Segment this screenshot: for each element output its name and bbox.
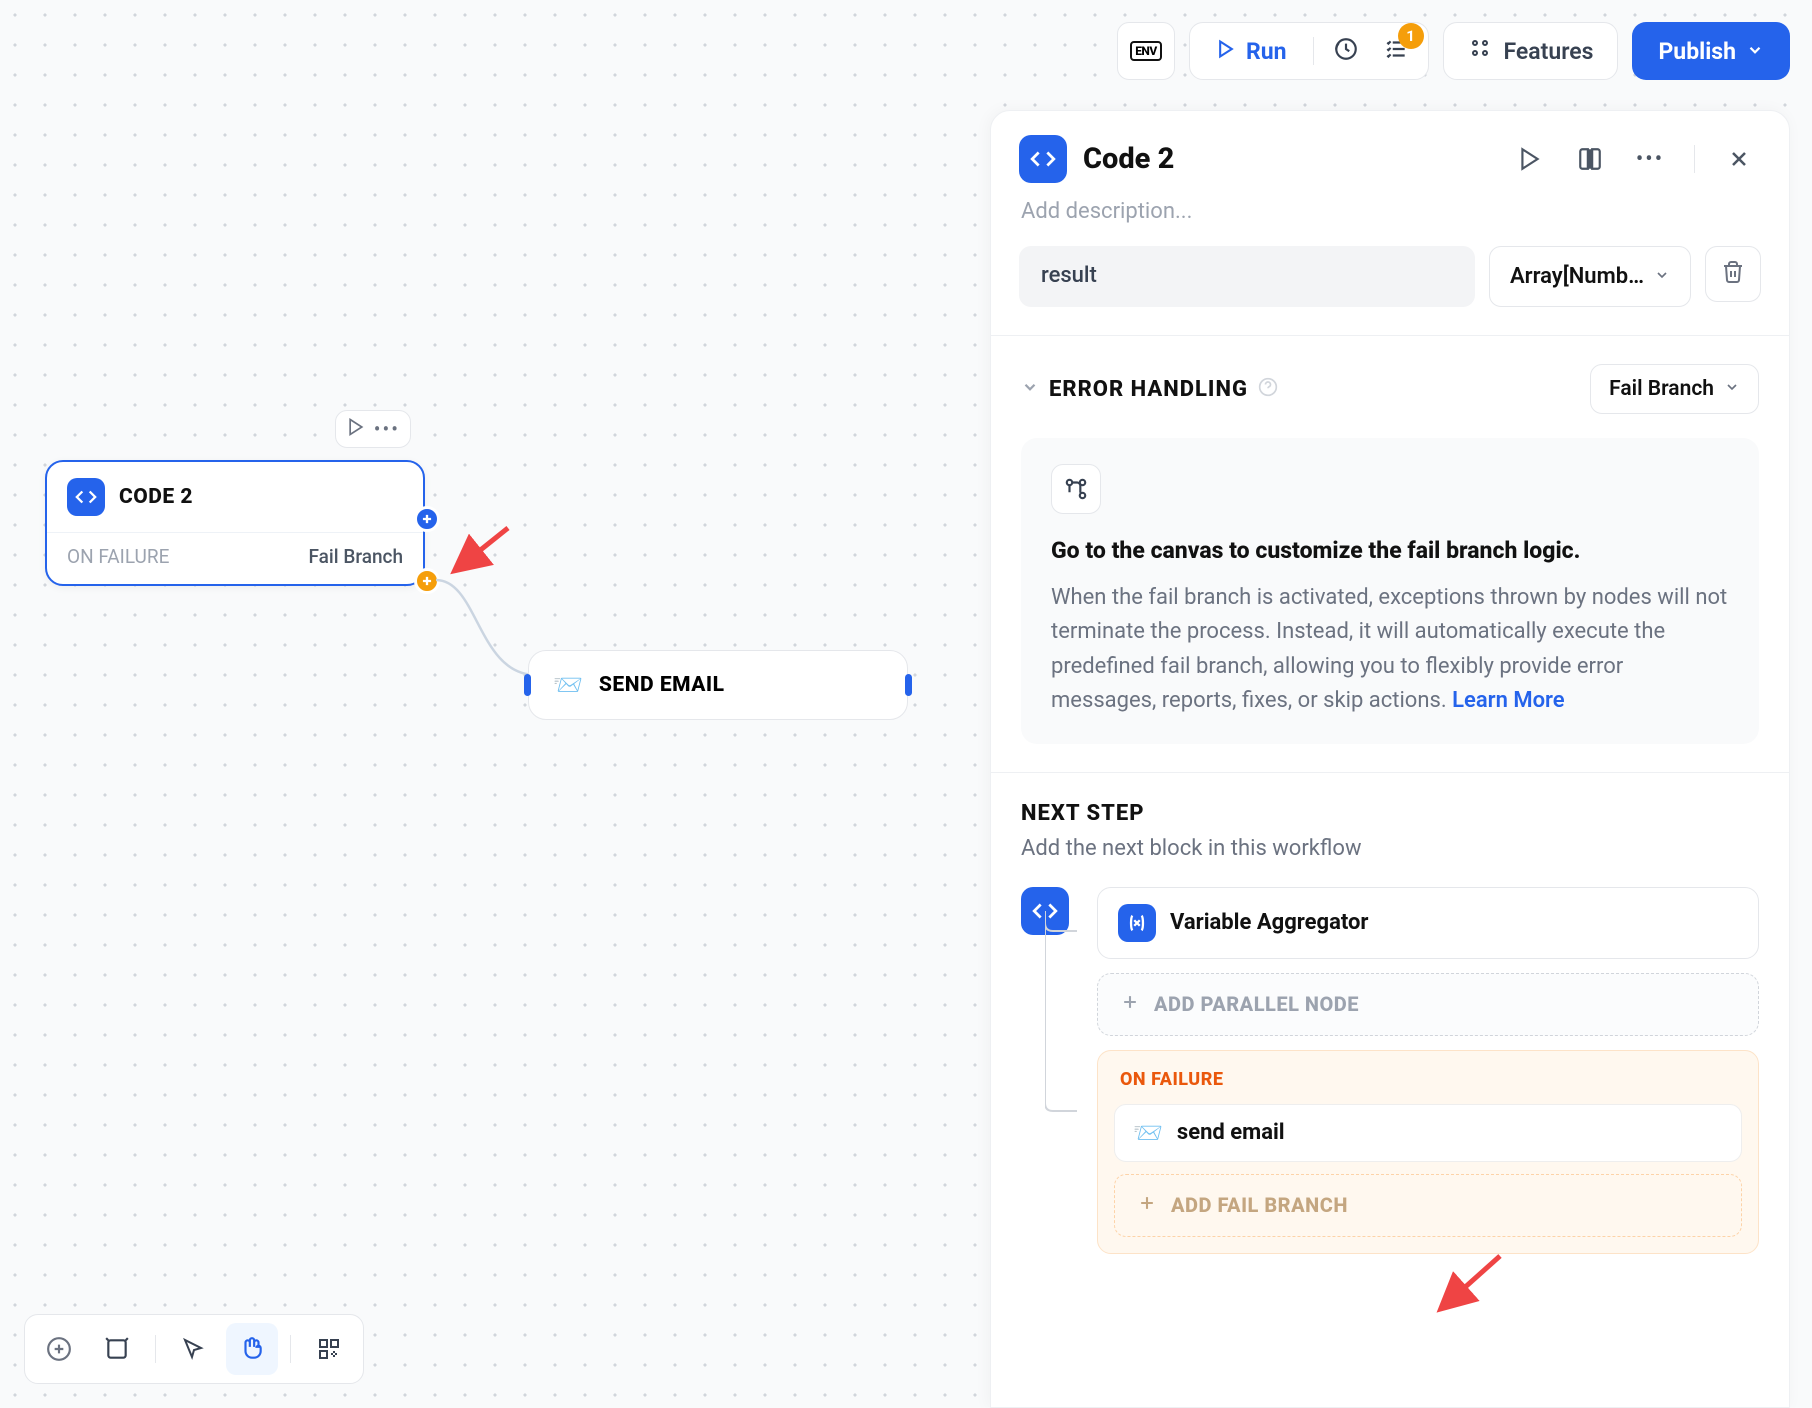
clock-icon <box>1333 36 1359 66</box>
add-output-button[interactable] <box>414 506 440 532</box>
pointer-tool[interactable] <box>168 1323 220 1375</box>
sliders-icon <box>1468 36 1492 66</box>
plus-icon <box>1120 992 1140 1017</box>
publish-button[interactable]: Publish <box>1632 22 1790 80</box>
node-panel: Code 2 ••• Add description... result Arr… <box>990 110 1790 1408</box>
node-code-2[interactable]: ••• CODE 2 ON FAILURE Fail Branch <box>45 460 425 586</box>
comment-button[interactable] <box>91 1323 143 1375</box>
close-button[interactable] <box>1717 137 1761 181</box>
variable-name-input[interactable]: result <box>1019 246 1475 307</box>
more-icon[interactable]: ••• <box>374 417 400 441</box>
next-node-aggregator[interactable]: Variable Aggregator <box>1097 887 1759 959</box>
add-fail-output-button[interactable] <box>414 568 440 594</box>
checklist-button[interactable]: 1 <box>1374 29 1418 73</box>
node-mini-toolbar: ••• <box>335 410 411 448</box>
collapse-toggle[interactable] <box>1021 378 1039 400</box>
run-node-button[interactable] <box>1508 137 1552 181</box>
add-node-button[interactable] <box>33 1323 85 1375</box>
node-send-email[interactable]: 📨 SEND EMAIL <box>528 650 908 720</box>
add-fail-branch-button[interactable]: ADD FAIL BRANCH <box>1114 1174 1742 1237</box>
features-button[interactable]: Features <box>1443 22 1619 80</box>
play-icon[interactable] <box>346 417 366 441</box>
run-button[interactable]: Run <box>1200 28 1303 75</box>
top-toolbar: ENV Run 1 Features Publish <box>1117 22 1790 80</box>
tree-connector <box>1045 911 1085 1161</box>
env-button[interactable]: ENV <box>1117 22 1175 80</box>
chevron-down-icon <box>1746 38 1764 65</box>
organize-button[interactable] <box>303 1323 355 1375</box>
delete-variable-button[interactable] <box>1705 246 1761 302</box>
more-button[interactable]: ••• <box>1628 137 1672 181</box>
variable-type-select[interactable]: Array[Numb… <box>1489 246 1691 307</box>
trash-icon <box>1721 260 1745 288</box>
chevron-down-icon <box>1724 377 1740 401</box>
history-button[interactable] <box>1324 29 1368 73</box>
fail-branch-label: Fail Branch <box>309 545 403 568</box>
plus-icon <box>1137 1193 1157 1218</box>
chevron-down-icon <box>1654 264 1670 289</box>
variable-icon <box>1118 904 1156 942</box>
learn-more-link[interactable]: Learn More <box>1452 688 1564 713</box>
input-port[interactable] <box>524 674 531 696</box>
docs-button[interactable] <box>1568 137 1612 181</box>
hand-tool[interactable] <box>226 1323 278 1375</box>
fail-node-send-email[interactable]: 📨 send email <box>1114 1104 1742 1162</box>
panel-title: Code 2 <box>1083 142 1492 176</box>
fail-branch-section: ON FAILURE 📨 send email ADD FAIL BRANCH <box>1097 1050 1759 1254</box>
email-icon: 📨 <box>553 671 583 699</box>
canvas-toolbar <box>24 1314 364 1384</box>
output-port[interactable] <box>905 674 912 696</box>
run-group: Run 1 <box>1189 22 1429 80</box>
badge: 1 <box>1398 23 1424 49</box>
branch-icon <box>1051 464 1101 514</box>
error-handling-select[interactable]: Fail Branch <box>1590 364 1759 414</box>
help-icon[interactable] <box>1258 377 1278 401</box>
code-icon <box>1019 135 1067 183</box>
description-input[interactable]: Add description... <box>991 193 1789 246</box>
email-icon: 📨 <box>1133 1119 1163 1147</box>
on-failure-label: ON FAILURE <box>67 545 169 568</box>
code-icon <box>67 478 105 516</box>
info-card: Go to the canvas to customize the fail b… <box>1021 438 1759 744</box>
play-icon <box>1216 38 1236 65</box>
add-parallel-button[interactable]: ADD PARALLEL NODE <box>1097 973 1759 1036</box>
